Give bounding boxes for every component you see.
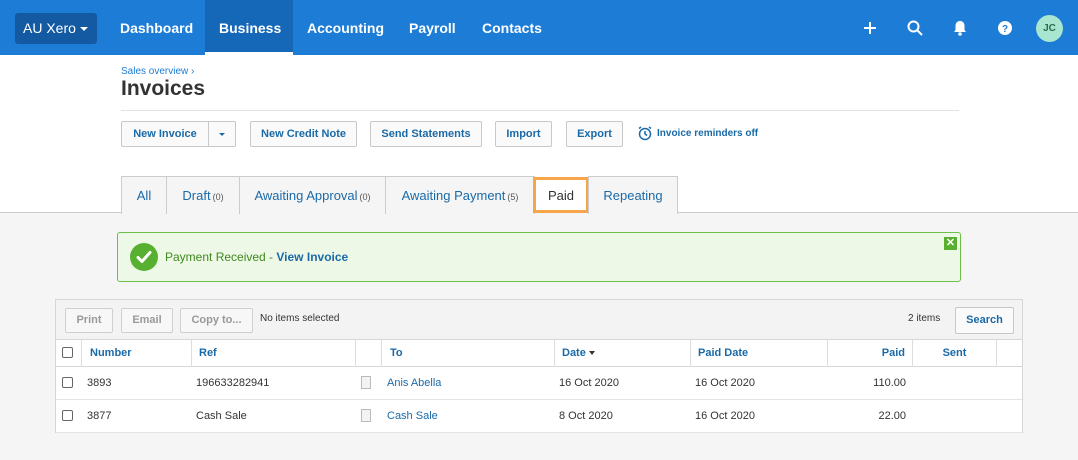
header-sent[interactable]: Sent <box>913 340 997 367</box>
tab-awaiting-approval[interactable]: Awaiting Approval (0) <box>239 176 386 214</box>
send-statements-button[interactable]: Send Statements <box>370 121 482 147</box>
invoice-paid-amount: 22.00 <box>878 410 906 422</box>
payment-received-alert: Payment Received - View Invoice ✕ <box>117 232 961 282</box>
tab-count: (0) <box>212 192 224 202</box>
avatar[interactable]: JC <box>1036 15 1063 42</box>
checkmark-icon <box>130 243 158 271</box>
tab-label: Repeating <box>603 188 663 203</box>
alarm-clock-icon <box>638 126 652 141</box>
plus-icon[interactable] <box>860 18 880 38</box>
new-invoice-dropdown-button[interactable] <box>208 121 236 147</box>
copy-to-button[interactable]: Copy to... <box>180 308 253 333</box>
invoice-number: 3893 <box>87 377 112 389</box>
invoice-ref: Cash Sale <box>196 410 247 422</box>
tab-label: All <box>136 188 152 203</box>
invoice-date: 16 Oct 2020 <box>559 377 619 389</box>
sort-descending-icon <box>588 351 595 356</box>
header-ref[interactable]: Ref <box>192 340 356 367</box>
bell-icon[interactable] <box>950 18 970 38</box>
header-paid-date[interactable]: Paid Date <box>691 340 828 367</box>
document-icon <box>361 409 371 422</box>
email-button[interactable]: Email <box>121 308 173 333</box>
tab-label: Awaiting Payment <box>401 188 506 203</box>
nav-business[interactable]: Business <box>205 0 293 55</box>
svg-text:?: ? <box>1002 24 1008 35</box>
invoice-paid-date: 16 Oct 2020 <box>695 410 755 422</box>
alert-text: Payment Received - <box>165 250 277 264</box>
close-icon[interactable]: ✕ <box>944 237 957 250</box>
tab-repeating[interactable]: Repeating <box>588 176 678 214</box>
view-invoice-link[interactable]: View Invoice <box>276 250 348 264</box>
header-date-label: Date <box>562 347 586 359</box>
invoice-contact[interactable]: Cash Sale <box>387 410 438 422</box>
new-credit-note-button[interactable]: New Credit Note <box>250 121 357 147</box>
top-navigation: AU Xero Dashboard Business Accounting Pa… <box>0 0 1078 55</box>
document-icon <box>361 376 371 389</box>
nav-dashboard[interactable]: Dashboard <box>120 0 193 55</box>
alert-message: Payment Received - View Invoice <box>165 250 348 264</box>
header-to[interactable]: To <box>382 340 555 367</box>
search-icon[interactable] <box>905 18 925 38</box>
header-number[interactable]: Number <box>82 340 192 367</box>
tab-paid[interactable]: Paid <box>533 177 589 213</box>
items-count: 2 items <box>908 313 941 324</box>
header-attachment <box>356 340 382 367</box>
new-invoice-button[interactable]: New Invoice <box>121 121 209 147</box>
invoice-reminders-link[interactable]: Invoice reminders off <box>637 124 758 144</box>
search-button[interactable]: Search <box>955 307 1014 334</box>
nav-payroll[interactable]: Payroll <box>409 0 456 55</box>
export-button[interactable]: Export <box>566 121 623 147</box>
row-checkbox[interactable] <box>62 377 73 388</box>
page-title: Invoices <box>121 77 206 100</box>
list-toolbar: Print Email Copy to... No items selected… <box>56 300 1022 340</box>
tab-label: Draft <box>182 188 211 203</box>
header-date[interactable]: Date <box>555 340 691 367</box>
row-checkbox[interactable] <box>62 410 73 421</box>
table-row[interactable]: 3893 196633282941 Anis Abella 16 Oct 202… <box>56 367 1022 400</box>
chevron-down-icon <box>79 27 88 32</box>
selection-status: No items selected <box>260 313 340 324</box>
tab-label: Awaiting Approval <box>254 188 358 203</box>
tab-draft[interactable]: Draft (0) <box>166 176 240 214</box>
tab-all[interactable]: All <box>121 176 167 214</box>
header-checkbox-cell <box>56 340 82 367</box>
invoice-paid-date: 16 Oct 2020 <box>695 377 755 389</box>
chevron-down-icon <box>219 133 225 136</box>
table-row[interactable]: 3877 Cash Sale Cash Sale 8 Oct 2020 16 O… <box>56 400 1022 433</box>
invoice-list-panel: Print Email Copy to... No items selected… <box>55 299 1023 433</box>
tab-count: (0) <box>359 192 371 202</box>
table-header: Number Ref To Date Paid Date Paid Sent <box>56 340 1022 367</box>
import-button[interactable]: Import <box>495 121 552 147</box>
tab-label: Paid <box>547 188 575 203</box>
organisation-name: AU Xero <box>23 20 76 36</box>
nav-contacts[interactable]: Contacts <box>482 0 542 55</box>
print-button[interactable]: Print <box>65 308 113 333</box>
invoice-ref: 196633282941 <box>196 377 270 389</box>
invoice-paid-amount: 110.00 <box>873 377 906 389</box>
invoice-contact[interactable]: Anis Abella <box>387 377 441 389</box>
nav-accounting[interactable]: Accounting <box>307 0 384 55</box>
tab-count: (5) <box>507 192 519 202</box>
organisation-switcher[interactable]: AU Xero <box>15 13 97 44</box>
help-icon[interactable]: ? <box>995 18 1015 38</box>
breadcrumb[interactable]: Sales overview › <box>121 66 194 77</box>
tab-awaiting-payment[interactable]: Awaiting Payment (5) <box>385 176 535 214</box>
invoice-reminders-label: Invoice reminders off <box>657 128 759 139</box>
invoice-number: 3877 <box>87 410 112 422</box>
invoice-date: 8 Oct 2020 <box>559 410 613 422</box>
header-paid[interactable]: Paid <box>828 340 913 367</box>
divider <box>121 110 959 111</box>
